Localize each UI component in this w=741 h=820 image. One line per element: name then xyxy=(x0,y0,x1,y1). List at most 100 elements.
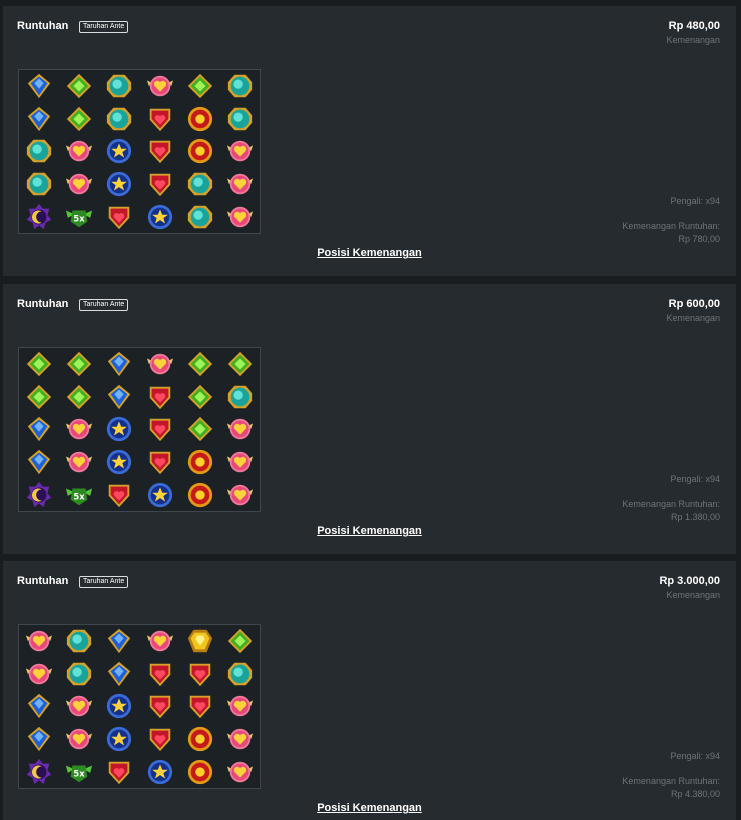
pink-heart-icon xyxy=(59,723,99,756)
win-amount: Rp 480,00 xyxy=(668,20,720,32)
pink-heart-icon xyxy=(140,70,180,103)
svg-text:5x: 5x xyxy=(74,213,86,223)
round-card-3: Runtuhan Taruhan Ante Rp 3.000,00 Kemena… xyxy=(3,561,736,820)
star-gem-icon xyxy=(99,446,139,479)
blue-gem-icon xyxy=(99,348,139,381)
blue-gem-icon xyxy=(19,413,59,446)
blue-gem-icon xyxy=(19,690,59,723)
star-gem-icon xyxy=(99,413,139,446)
svg-text:5x: 5x xyxy=(74,491,86,501)
pink-heart-icon xyxy=(220,755,260,788)
tumble-win-value: Rp 4.380,00 xyxy=(670,789,720,799)
star-gem-icon xyxy=(99,168,139,201)
winning-positions-link[interactable]: Posisi Kemenangan xyxy=(3,802,736,814)
red-heart-icon xyxy=(140,413,180,446)
teal-gem-icon xyxy=(220,381,260,414)
pink-heart-icon xyxy=(220,413,260,446)
green-gem-icon xyxy=(180,413,220,446)
star-gem-icon xyxy=(99,690,139,723)
teal-gem-icon xyxy=(59,625,99,658)
win-label: Kemenangan xyxy=(666,590,720,600)
pink-heart-icon xyxy=(59,413,99,446)
pink-heart-icon xyxy=(220,478,260,511)
win-label: Kemenangan xyxy=(666,35,720,45)
ante-bet-badge: Taruhan Ante xyxy=(79,21,129,33)
sun-gem-icon xyxy=(180,478,220,511)
blue-gem-icon xyxy=(19,103,59,136)
pink-heart-icon xyxy=(19,658,59,691)
green-gem-icon xyxy=(59,70,99,103)
teal-gem-icon xyxy=(19,135,59,168)
multiplier-text: Pengali: x94 xyxy=(670,751,720,761)
red-heart-icon xyxy=(99,755,139,788)
blue-gem-icon xyxy=(99,625,139,658)
reel-grid: 5x xyxy=(18,347,261,512)
pink-heart-icon xyxy=(220,200,260,233)
teal-gem-icon xyxy=(220,70,260,103)
pink-heart-icon xyxy=(220,690,260,723)
green-gem-icon xyxy=(180,381,220,414)
pink-heart-icon xyxy=(140,348,180,381)
teal-gem-icon xyxy=(99,103,139,136)
green-gem-icon xyxy=(19,348,59,381)
teal-gem-icon xyxy=(180,200,220,233)
moon-scatter-icon xyxy=(19,200,59,233)
pink-heart-icon xyxy=(220,135,260,168)
green-gem-icon xyxy=(180,348,220,381)
green-gem-icon xyxy=(59,381,99,414)
teal-gem-icon xyxy=(99,70,139,103)
star-gem-icon xyxy=(99,135,139,168)
round-card-2: Runtuhan Taruhan Ante Rp 600,00 Kemenang… xyxy=(3,284,736,554)
sun-gem-icon xyxy=(180,135,220,168)
blue-gem-icon xyxy=(19,723,59,756)
round-title: Runtuhan xyxy=(17,575,69,587)
sun-gem-icon xyxy=(180,446,220,479)
svg-text:5x: 5x xyxy=(74,768,86,778)
red-heart-icon xyxy=(140,690,180,723)
pink-heart-icon xyxy=(220,446,260,479)
winning-positions-link[interactable]: Posisi Kemenangan xyxy=(3,525,736,537)
sun-gem-icon xyxy=(180,755,220,788)
pink-heart-icon xyxy=(59,690,99,723)
red-heart-icon xyxy=(99,200,139,233)
red-heart-icon xyxy=(140,135,180,168)
multiplier-5x-icon: 5x xyxy=(59,200,99,233)
ante-bet-badge: Taruhan Ante xyxy=(79,299,129,311)
star-gem-icon xyxy=(140,755,180,788)
teal-gem-icon xyxy=(59,658,99,691)
pink-heart-icon xyxy=(19,625,59,658)
green-gem-icon xyxy=(59,348,99,381)
tumble-win: Kemenangan Runtuhan: Rp 780,00 xyxy=(580,220,720,246)
tumble-win-label: Kemenangan Runtuhan: xyxy=(622,499,720,509)
pink-heart-icon xyxy=(59,168,99,201)
multiplier-text: Pengali: x94 xyxy=(670,196,720,206)
tumble-win: Kemenangan Runtuhan: Rp 4.380,00 xyxy=(580,775,720,801)
moon-scatter-icon xyxy=(19,755,59,788)
round-title: Runtuhan xyxy=(17,20,69,32)
pink-heart-icon xyxy=(59,446,99,479)
red-heart-icon xyxy=(140,103,180,136)
red-heart-icon xyxy=(180,690,220,723)
green-gem-icon xyxy=(220,625,260,658)
ante-bet-badge: Taruhan Ante xyxy=(79,576,129,588)
win-amount: Rp 600,00 xyxy=(668,298,720,310)
reel-grid: 5x xyxy=(18,69,261,234)
blue-gem-icon xyxy=(19,70,59,103)
green-gem-icon xyxy=(19,381,59,414)
round-title: Runtuhan xyxy=(17,298,69,310)
blue-gem-icon xyxy=(99,381,139,414)
tumble-win: Kemenangan Runtuhan: Rp 1.380,00 xyxy=(580,498,720,524)
red-heart-icon xyxy=(140,381,180,414)
winning-positions-link[interactable]: Posisi Kemenangan xyxy=(3,247,736,259)
star-gem-icon xyxy=(99,723,139,756)
reel-grid: 5x xyxy=(18,624,261,789)
green-gem-icon xyxy=(59,103,99,136)
star-gem-icon xyxy=(140,478,180,511)
green-gem-icon xyxy=(220,348,260,381)
pink-heart-icon xyxy=(59,135,99,168)
tumble-win-value: Rp 1.380,00 xyxy=(670,512,720,522)
teal-gem-icon xyxy=(180,168,220,201)
red-heart-icon xyxy=(140,658,180,691)
star-gem-icon xyxy=(140,200,180,233)
teal-gem-icon xyxy=(19,168,59,201)
